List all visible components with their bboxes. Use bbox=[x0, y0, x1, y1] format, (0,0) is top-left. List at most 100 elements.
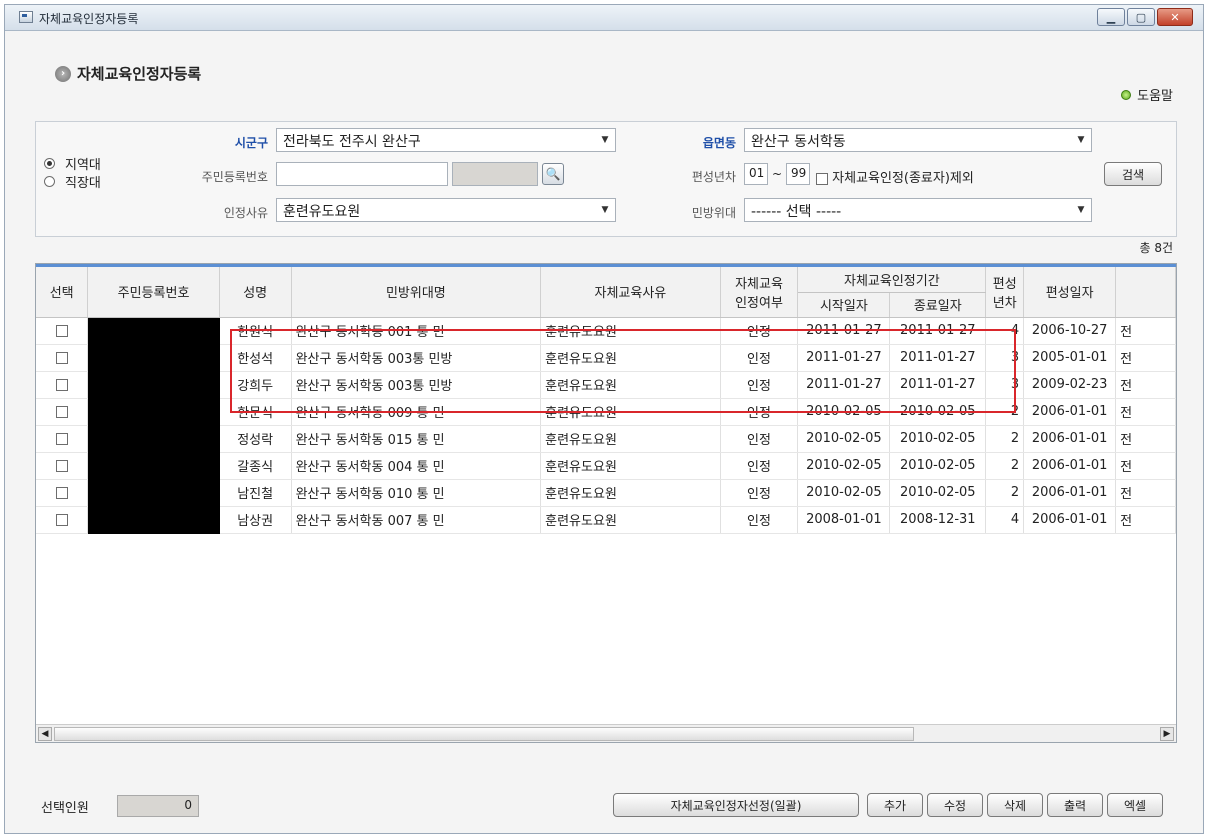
header-extra bbox=[1115, 267, 1176, 318]
table-row[interactable]: 정성락 완산구 동서학동 015 통 민 훈련유도요원 인정 2010-02-0… bbox=[36, 425, 1176, 453]
table-row[interactable]: 갈종식 완산구 동서학동 004 통 민 훈련유도요원 인정 2010-02-0… bbox=[36, 452, 1176, 480]
horizontal-scrollbar[interactable]: ◀ ▶ bbox=[36, 724, 1176, 742]
row-checkbox[interactable] bbox=[36, 371, 89, 399]
cell-end: 2008-12-31 bbox=[889, 506, 987, 534]
minbang-label: 민방위대 bbox=[691, 206, 736, 220]
rrn-redacted bbox=[87, 371, 220, 399]
cell-year: 2 bbox=[985, 398, 1025, 426]
minbang-select[interactable]: ------ 선택 ----- ▼ bbox=[744, 198, 1092, 222]
cell-reason: 훈련유도요원 bbox=[540, 398, 721, 426]
cell-name: 한성석 bbox=[219, 344, 292, 372]
table-row[interactable]: 한문식 완산구 동서학동 009 통 민 훈련유도요원 인정 2010-02-0… bbox=[36, 398, 1176, 426]
table-row[interactable]: 한성석 완산구 동서학동 003통 민방 훈련유도요원 인정 2011-01-2… bbox=[36, 344, 1176, 372]
row-checkbox[interactable] bbox=[36, 452, 89, 480]
reason-label: 인정사유 bbox=[223, 206, 268, 220]
row-checkbox[interactable] bbox=[36, 425, 89, 453]
rrn-redacted bbox=[87, 398, 220, 426]
selected-count-label: 선택인원 bbox=[41, 801, 89, 816]
minimize-icon[interactable]: ▁ bbox=[1097, 8, 1125, 26]
maximize-icon[interactable]: ▢ bbox=[1127, 8, 1155, 26]
close-icon[interactable]: ✕ bbox=[1157, 8, 1193, 26]
radio-region-label: 지역대 bbox=[65, 157, 101, 173]
rrn-label: 주민등록번호 bbox=[201, 170, 268, 184]
print-button[interactable]: 출력 bbox=[1047, 793, 1103, 817]
cell-reason: 훈련유도요원 bbox=[540, 479, 721, 507]
cell-start: 2010-02-05 bbox=[797, 452, 891, 480]
cell-approved: 인정 bbox=[720, 506, 799, 534]
cell-year: 2 bbox=[985, 479, 1025, 507]
row-checkbox[interactable] bbox=[36, 344, 89, 372]
results-grid: 선택 주민등록번호 성명 민방위대명 자체교육사유 자체교육 인정여부 자체교육… bbox=[35, 263, 1177, 743]
header-period: 자체교육인정기간 bbox=[797, 267, 987, 293]
header-rrn: 주민등록번호 bbox=[87, 267, 220, 318]
sigungu-select[interactable]: 전라북도 전주시 완산구 ▼ bbox=[276, 128, 616, 152]
cell-unit: 완산구 동서학동 003통 민방 bbox=[291, 344, 542, 372]
radio-workplace[interactable]: 직장대 bbox=[44, 172, 101, 191]
table-row[interactable]: 한원식 완산구 동서학동 001 통 민 훈련유도요원 인정 2011-01-2… bbox=[36, 317, 1176, 345]
cell-reason: 훈련유도요원 bbox=[540, 506, 721, 534]
cell-extra: 전 bbox=[1115, 317, 1176, 345]
rrn-suffix-field bbox=[452, 162, 538, 186]
header-year-line2: 년차 bbox=[992, 295, 1017, 311]
chevron-down-icon: ▼ bbox=[601, 205, 609, 215]
scrollbar-thumb[interactable] bbox=[54, 727, 914, 741]
rrn-redacted bbox=[87, 479, 220, 507]
bulk-select-button[interactable]: 자체교육인정자선정(일괄) bbox=[613, 793, 859, 817]
cell-year: 3 bbox=[985, 344, 1025, 372]
table-row[interactable]: 강희두 완산구 동서학동 003통 민방 훈련유도요원 인정 2011-01-2… bbox=[36, 371, 1176, 399]
header-start: 시작일자 bbox=[797, 292, 891, 318]
radio-region-button[interactable] bbox=[44, 157, 55, 169]
radio-workplace-button[interactable] bbox=[44, 175, 55, 187]
page-title: › 자체교육인정자등록 bbox=[55, 63, 201, 84]
rrn-redacted bbox=[87, 317, 220, 345]
cell-name: 강희두 bbox=[219, 371, 292, 399]
header-year: 편성 년차 bbox=[985, 267, 1025, 318]
cell-approved: 인정 bbox=[720, 452, 799, 480]
row-checkbox[interactable] bbox=[36, 506, 89, 534]
rrn-redacted bbox=[87, 506, 220, 534]
reason-select[interactable]: 훈련유도요원 ▼ bbox=[276, 198, 616, 222]
cell-extra: 전 bbox=[1115, 506, 1176, 534]
help-label: 도움말 bbox=[1137, 89, 1173, 104]
app-window: 자체교육인정자등록 ▁ ▢ ✕ › 자체교육인정자등록 도움말 지역대 직장대 … bbox=[4, 4, 1204, 834]
row-checkbox[interactable] bbox=[36, 317, 89, 345]
add-button[interactable]: 추가 bbox=[867, 793, 923, 817]
exclude-checkbox-box[interactable] bbox=[816, 172, 828, 185]
year-separator: ~ bbox=[772, 167, 783, 181]
header-reason: 자체교육사유 bbox=[540, 267, 721, 318]
results-table: 선택 주민등록번호 성명 민방위대명 자체교육사유 자체교육 인정여부 자체교육… bbox=[36, 267, 1176, 534]
cell-year: 2 bbox=[985, 425, 1025, 453]
scroll-right-icon[interactable]: ▶ bbox=[1160, 727, 1174, 741]
cell-date: 2006-10-27 bbox=[1023, 317, 1117, 345]
help-link[interactable]: 도움말 bbox=[1121, 85, 1173, 104]
radio-region[interactable]: 지역대 bbox=[44, 154, 101, 173]
scroll-left-icon[interactable]: ◀ bbox=[38, 727, 52, 741]
cell-start: 2011-01-27 bbox=[797, 317, 891, 345]
radio-workplace-label: 직장대 bbox=[65, 175, 101, 191]
delete-button[interactable]: 삭제 bbox=[987, 793, 1043, 817]
cell-start: 2010-02-05 bbox=[797, 479, 891, 507]
eupmyeondong-label: 읍면동 bbox=[702, 136, 736, 150]
cell-end: 2011-01-27 bbox=[889, 371, 987, 399]
table-row[interactable]: 남상권 완산구 동서학동 007 통 민 훈련유도요원 인정 2008-01-0… bbox=[36, 506, 1176, 534]
exclude-checkbox[interactable]: 자체교육인정(종료자)제외 bbox=[816, 167, 974, 186]
cell-unit: 완산구 동서학동 004 통 민 bbox=[291, 452, 542, 480]
cell-end: 2010-02-05 bbox=[889, 452, 987, 480]
edit-button[interactable]: 수정 bbox=[927, 793, 983, 817]
search-icon[interactable]: 🔍 bbox=[542, 163, 564, 185]
rrn-input[interactable] bbox=[276, 162, 448, 186]
cell-date: 2006-01-01 bbox=[1023, 452, 1117, 480]
header-date: 편성일자 bbox=[1023, 267, 1117, 318]
eupmyeondong-select[interactable]: 완산구 동서학동 ▼ bbox=[744, 128, 1092, 152]
row-checkbox[interactable] bbox=[36, 479, 89, 507]
cell-approved: 인정 bbox=[720, 425, 799, 453]
year-to-input[interactable]: 99 bbox=[786, 163, 810, 185]
table-row[interactable]: 남진철 완산구 동서학동 010 통 민 훈련유도요원 인정 2010-02-0… bbox=[36, 479, 1176, 507]
year-from-input[interactable]: 01 bbox=[744, 163, 768, 185]
cell-extra: 전 bbox=[1115, 371, 1176, 399]
search-button[interactable]: 검색 bbox=[1104, 162, 1162, 186]
row-checkbox[interactable] bbox=[36, 398, 89, 426]
excel-button[interactable]: 엑셀 bbox=[1107, 793, 1163, 817]
cell-start: 2010-02-05 bbox=[797, 425, 891, 453]
cell-end: 2011-01-27 bbox=[889, 317, 987, 345]
